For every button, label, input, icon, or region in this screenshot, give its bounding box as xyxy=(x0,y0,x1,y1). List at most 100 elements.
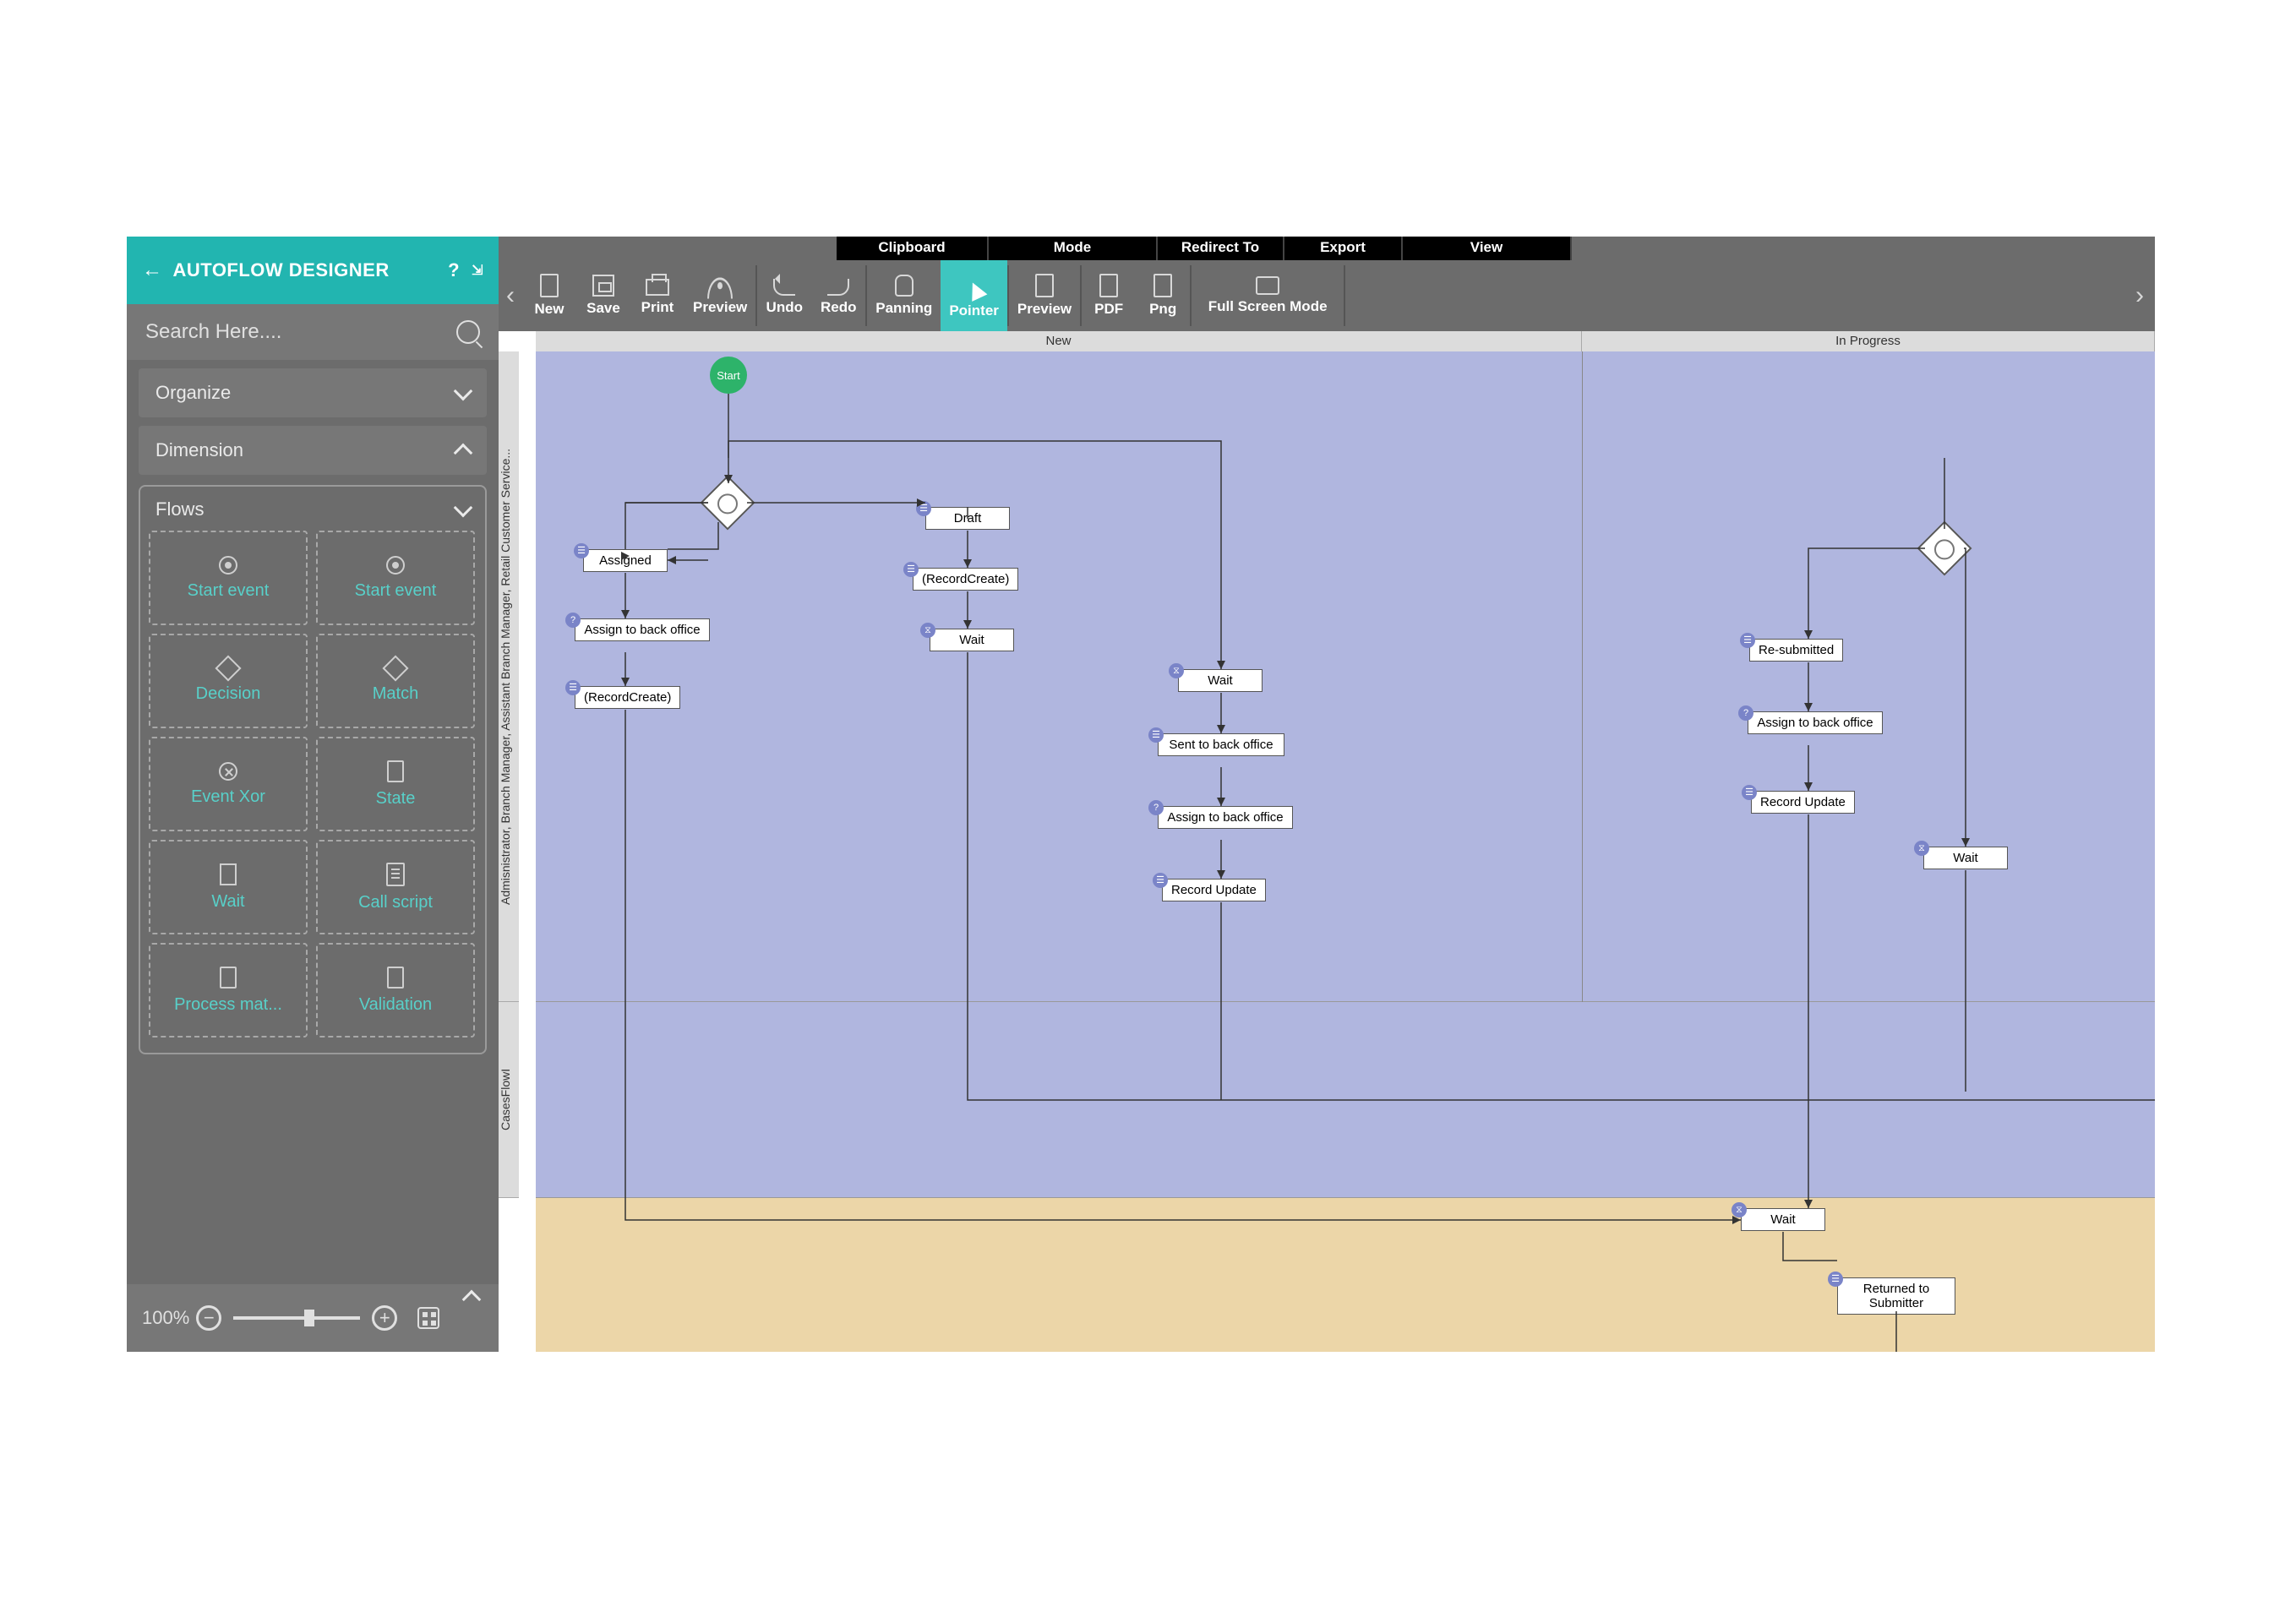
chevron-up-icon xyxy=(454,444,473,463)
diamond-icon xyxy=(215,655,241,681)
node-sent-back-office[interactable]: ☰Sent to back office xyxy=(1158,733,1284,756)
question-badge-icon: ? xyxy=(565,613,581,628)
stencil-call-script[interactable]: Call script xyxy=(316,840,475,934)
redo-button[interactable]: Redo xyxy=(811,260,865,331)
zoom-out-button[interactable]: − xyxy=(196,1305,221,1331)
stencil-wait[interactable]: Wait xyxy=(149,840,308,934)
tab-clipboard[interactable]: Clipboard xyxy=(837,237,989,260)
tab-redirect[interactable]: Redirect To xyxy=(1158,237,1284,260)
state-badge-icon: ☰ xyxy=(574,543,589,558)
stencil-palette: Start event Start event Decision Match E… xyxy=(149,531,477,1038)
lane-row2 xyxy=(536,1002,2155,1198)
diamond-icon xyxy=(382,655,408,681)
col-inprogress[interactable]: In Progress xyxy=(1582,331,2155,351)
node-assign-back-office-2[interactable]: ?Assign to back office xyxy=(1158,806,1293,829)
node-assign-back-office[interactable]: ?Assign to back office xyxy=(575,618,710,641)
panning-button[interactable]: Panning xyxy=(867,260,941,331)
ribbon-scroll-right[interactable]: › xyxy=(2128,281,2151,310)
node-assigned[interactable]: ☰Assigned xyxy=(583,549,668,572)
node-record-update-2[interactable]: ☰Record Update xyxy=(1751,791,1855,814)
grid-icon[interactable] xyxy=(417,1307,439,1329)
question-badge-icon: ? xyxy=(1148,800,1164,815)
node-start[interactable]: Start xyxy=(710,357,747,394)
stencil-decision[interactable]: Decision xyxy=(149,634,308,728)
panel-dimension[interactable]: Dimension xyxy=(139,426,487,475)
back-arrow-icon[interactable]: ← xyxy=(142,259,163,282)
print-button[interactable]: Print xyxy=(630,260,684,331)
state-badge-icon: ☰ xyxy=(1153,873,1168,888)
stencil-validation[interactable]: Validation xyxy=(316,943,475,1038)
node-resubmitted[interactable]: ☰Re-submitted xyxy=(1749,639,1843,662)
row-label-1[interactable]: Admisnistrator, Branch Manager, Assistan… xyxy=(499,351,519,1002)
search-bar[interactable]: Search Here.... xyxy=(127,304,499,360)
print-icon xyxy=(646,279,669,296)
zoom-value: 100% xyxy=(142,1307,189,1329)
script-icon xyxy=(386,863,405,886)
column-headers: New In Progress xyxy=(536,331,2155,351)
preview2-button[interactable]: Preview xyxy=(1009,260,1080,331)
tab-mode[interactable]: Mode xyxy=(989,237,1158,260)
stencil-process-mat[interactable]: Process mat... xyxy=(149,943,308,1038)
node-returned-submitter[interactable]: ☰Returned to Submitter xyxy=(1837,1277,1955,1315)
node-wait-2[interactable]: ⧖Wait xyxy=(1178,669,1263,692)
panel-organize[interactable]: Organize xyxy=(139,368,487,417)
dot-icon xyxy=(219,556,237,575)
state-badge-icon: ☰ xyxy=(916,501,931,516)
zoom-slider[interactable] xyxy=(233,1316,360,1320)
pointer-button[interactable]: Pointer xyxy=(941,260,1007,331)
node-wait-1[interactable]: ⧖Wait xyxy=(930,629,1014,651)
node-assign-back-office-3[interactable]: ?Assign to back office xyxy=(1748,711,1883,734)
node-wait-4[interactable]: ⧖Wait xyxy=(1741,1208,1825,1231)
tab-export[interactable]: Export xyxy=(1284,237,1403,260)
undo-button[interactable]: Undo xyxy=(757,260,811,331)
tab-view[interactable]: View xyxy=(1403,237,1572,260)
png-button[interactable]: Png xyxy=(1136,260,1190,331)
zoom-bar: 100% − + xyxy=(127,1284,499,1352)
expand-icon[interactable]: ⇲ xyxy=(472,262,483,279)
hourglass-icon xyxy=(220,863,237,885)
lane-row3 xyxy=(536,1198,2155,1352)
chevron-down-icon[interactable] xyxy=(454,498,473,518)
xor-icon xyxy=(219,762,237,781)
state-badge-icon: ☰ xyxy=(1742,785,1757,800)
page-icon xyxy=(387,967,404,989)
zoom-in-button[interactable]: + xyxy=(372,1305,397,1331)
wait-badge-icon: ⧖ xyxy=(1914,841,1929,856)
help-icon[interactable]: ? xyxy=(448,259,460,281)
hand-icon xyxy=(895,275,913,297)
stencil-match[interactable]: Match xyxy=(316,634,475,728)
app-frame: ← AUTOFLOW DESIGNER ? ⇲ Search Here.... … xyxy=(127,237,2155,1352)
wait-badge-icon: ⧖ xyxy=(1732,1202,1747,1217)
new-button[interactable]: New xyxy=(522,260,576,331)
chevron-up-icon[interactable] xyxy=(462,1290,482,1310)
node-wait-3[interactable]: ⧖Wait xyxy=(1923,847,2008,869)
stencil-start-event[interactable]: Start event xyxy=(316,531,475,625)
page-icon xyxy=(220,967,237,989)
canvas[interactable]: New In Progress Admisnistrator, Branch M… xyxy=(499,331,2155,1352)
save-button[interactable]: Save xyxy=(576,260,630,331)
col-new[interactable]: New xyxy=(536,331,1582,351)
row-label-2[interactable]: CasesFlowI xyxy=(499,1002,519,1198)
ribbon-tabs: Clipboard Mode Redirect To Export View xyxy=(499,237,2155,260)
stencil-start-event[interactable]: Start event xyxy=(149,531,308,625)
node-record-create-1[interactable]: ☰(RecordCreate) xyxy=(575,686,680,709)
node-record-create-2[interactable]: ☰(RecordCreate) xyxy=(913,568,1018,591)
toolbar: Clipboard Mode Redirect To Export View ‹… xyxy=(499,237,2155,331)
preview-button[interactable]: Preview xyxy=(684,260,755,331)
state-badge-icon: ☰ xyxy=(1828,1272,1843,1287)
fullscreen-icon xyxy=(1256,276,1279,295)
stencil-event-xor[interactable]: Event Xor xyxy=(149,737,308,831)
fullscreen-button[interactable]: Full Screen Mode xyxy=(1192,260,1344,331)
chevron-down-icon xyxy=(454,382,473,401)
wait-badge-icon: ⧖ xyxy=(1169,663,1184,678)
search-icon[interactable] xyxy=(456,320,480,344)
pdf-button[interactable]: PDF xyxy=(1082,260,1136,331)
new-icon xyxy=(540,274,559,297)
node-draft[interactable]: ☰Draft xyxy=(925,507,1010,530)
ribbon-scroll-left[interactable]: ‹ xyxy=(499,281,522,310)
stencil-state[interactable]: State xyxy=(316,737,475,831)
eye-icon xyxy=(707,277,733,298)
save-icon xyxy=(592,275,614,297)
node-record-update[interactable]: ☰Record Update xyxy=(1162,879,1266,901)
lane-row1 xyxy=(536,351,2155,1002)
